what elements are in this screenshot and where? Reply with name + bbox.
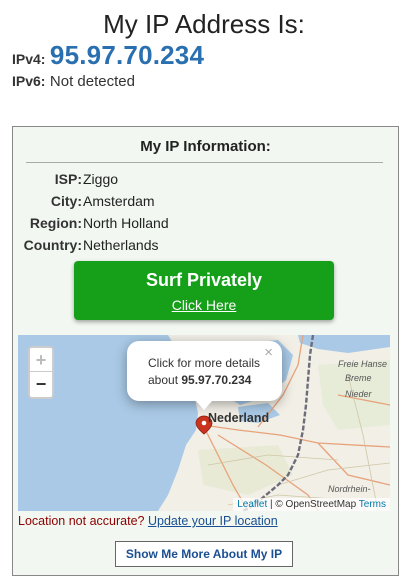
city-value: Amsterdam — [83, 193, 155, 209]
ipv6-row: IPv6: Not detected — [12, 73, 135, 91]
leaflet-link[interactable]: Leaflet — [237, 499, 267, 510]
ipv6-label: IPv6: — [12, 73, 46, 89]
region-label: Region: — [29, 215, 82, 231]
surf-privately-button[interactable]: Surf Privately Click Here — [74, 261, 334, 320]
map-popup[interactable]: × Click for more details about 95.97.70.… — [127, 341, 282, 401]
city-label: City: — [50, 193, 82, 209]
panel-heading: My IP Information: — [140, 138, 271, 155]
ipv4-value: 95.97.70.234 — [49, 40, 205, 70]
location-accuracy-row: Location not accurate? Update your IP lo… — [18, 514, 278, 528]
zoom-out-button[interactable]: − — [30, 372, 52, 396]
ipv4-label: IPv4: — [12, 51, 46, 67]
panel-divider — [26, 162, 383, 163]
update-ip-location-link[interactable]: Update your IP location — [148, 514, 278, 528]
isp-label: ISP: — [54, 171, 82, 187]
osm-attribution: © OpenStreetMap — [275, 499, 357, 510]
surf-privately-title: Surf Privately — [145, 270, 263, 290]
popup-tip — [195, 400, 213, 410]
page-title: My IP Address Is: — [103, 9, 305, 39]
ipv4-row: IPv4: 95.97.70.234 — [12, 40, 204, 71]
attribution-separator: | — [270, 499, 273, 510]
isp-value: Ziggo — [83, 171, 119, 187]
map-label-region-4: Nordrhein- — [328, 484, 371, 494]
map-attribution: Leaflet | © OpenStreetMap Terms — [233, 498, 390, 511]
show-more-button[interactable]: Show Me More About My IP — [115, 541, 293, 567]
country-value: Netherlands — [83, 237, 159, 253]
map-label-region-1: Freie Hanse — [338, 359, 387, 369]
click-here-link[interactable]: Click Here — [74, 297, 334, 313]
map-label-region-3: Nieder — [345, 389, 373, 399]
ipv6-value: Not detected — [49, 73, 135, 90]
map-label-region-2: Breme — [345, 373, 372, 383]
map-label-country: Nederland — [208, 411, 269, 425]
ip-info-panel: My IP Information: ISP: Ziggo City: Amst… — [12, 126, 399, 576]
popup-close-icon[interactable]: × — [264, 344, 273, 361]
terms-link[interactable]: Terms — [359, 499, 386, 510]
zoom-in-button[interactable]: + — [30, 348, 52, 372]
popup-about-text: about — [148, 373, 179, 387]
popup-line-1: Click for more details — [148, 356, 261, 370]
popup-line-2: about 95.97.70.234 — [148, 372, 272, 389]
location-not-accurate-text: Location not accurate? — [18, 514, 145, 528]
region-value: North Holland — [83, 215, 169, 231]
location-map[interactable]: Nederland Freie Hanse Breme Nieder Nordr… — [18, 335, 390, 511]
popup-ip: 95.97.70.234 — [181, 373, 252, 387]
zoom-control: + − — [28, 346, 54, 399]
country-label: Country: — [23, 237, 82, 253]
